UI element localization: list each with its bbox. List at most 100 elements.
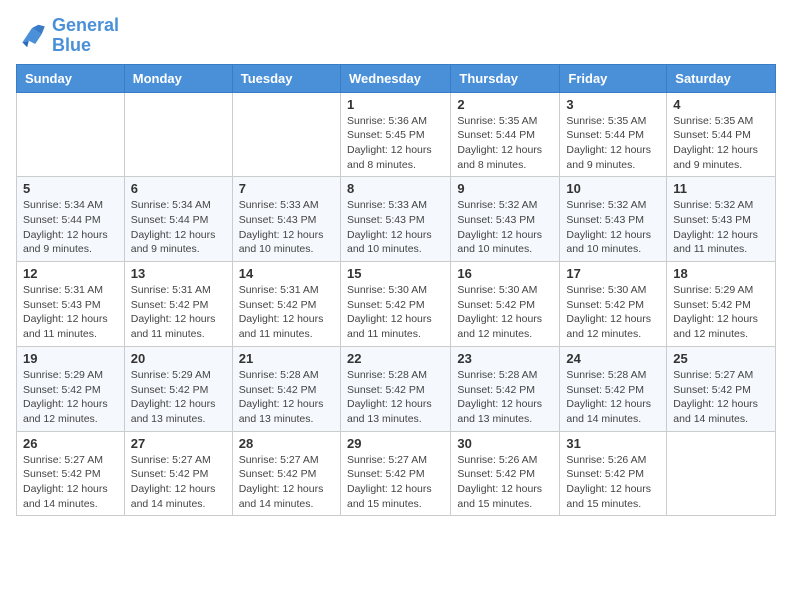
calendar-cell: 11 Sunrise: 5:32 AM Sunset: 5:43 PM Dayli… <box>667 177 776 262</box>
calendar-cell: 3 Sunrise: 5:35 AM Sunset: 5:44 PM Daylig… <box>560 92 667 177</box>
calendar-cell: 6 Sunrise: 5:34 AM Sunset: 5:44 PM Daylig… <box>124 177 232 262</box>
logo-icon <box>16 20 48 52</box>
day-info: Sunrise: 5:34 AM Sunset: 5:44 PM Dayligh… <box>131 198 226 257</box>
day-info: Sunrise: 5:27 AM Sunset: 5:42 PM Dayligh… <box>673 368 769 427</box>
calendar-header-sunday: Sunday <box>17 64 125 92</box>
day-number: 10 <box>566 181 660 196</box>
calendar-header-thursday: Thursday <box>451 64 560 92</box>
calendar-cell: 27 Sunrise: 5:27 AM Sunset: 5:42 PM Dayli… <box>124 431 232 516</box>
day-number: 13 <box>131 266 226 281</box>
calendar-cell: 2Sunrise: 5:35 AM Sunset: 5:44 PM Daylig… <box>451 92 560 177</box>
calendar-cell: 18 Sunrise: 5:29 AM Sunset: 5:42 PM Dayli… <box>667 262 776 347</box>
day-info: Sunrise: 5:27 AM Sunset: 5:42 PM Dayligh… <box>131 453 226 512</box>
day-number: 30 <box>457 436 553 451</box>
calendar-cell: 25 Sunrise: 5:27 AM Sunset: 5:42 PM Dayli… <box>667 346 776 431</box>
day-number: 27 <box>131 436 226 451</box>
day-number: 5 <box>23 181 118 196</box>
calendar-header-monday: Monday <box>124 64 232 92</box>
day-number: 17 <box>566 266 660 281</box>
calendar-cell: 14 Sunrise: 5:31 AM Sunset: 5:42 PM Dayli… <box>232 262 340 347</box>
day-info: Sunrise: 5:29 AM Sunset: 5:42 PM Dayligh… <box>673 283 769 342</box>
calendar-header-row: SundayMondayTuesdayWednesdayThursdayFrid… <box>17 64 776 92</box>
calendar-cell: 7 Sunrise: 5:33 AM Sunset: 5:43 PM Daylig… <box>232 177 340 262</box>
calendar-cell: 9 Sunrise: 5:32 AM Sunset: 5:43 PM Daylig… <box>451 177 560 262</box>
calendar-cell: 1 Sunrise: 5:36 AM Sunset: 5:45 PM Daylig… <box>340 92 450 177</box>
calendar-cell: 30 Sunrise: 5:26 AM Sunset: 5:42 PM Dayli… <box>451 431 560 516</box>
calendar-header-wednesday: Wednesday <box>340 64 450 92</box>
day-info: Sunrise: 5:33 AM Sunset: 5:43 PM Dayligh… <box>239 198 334 257</box>
day-info: Sunrise: 5:33 AM Sunset: 5:43 PM Dayligh… <box>347 198 444 257</box>
day-info: Sunrise: 5:35 AM Sunset: 5:44 PM Dayligh… <box>566 114 660 173</box>
day-info: Sunrise: 5:28 AM Sunset: 5:42 PM Dayligh… <box>457 368 553 427</box>
day-info: Sunrise: 5:29 AM Sunset: 5:42 PM Dayligh… <box>23 368 118 427</box>
calendar-header-friday: Friday <box>560 64 667 92</box>
day-number: 9 <box>457 181 553 196</box>
calendar-week-row: 1 Sunrise: 5:36 AM Sunset: 5:45 PM Daylig… <box>17 92 776 177</box>
day-info: Sunrise: 5:30 AM Sunset: 5:42 PM Dayligh… <box>347 283 444 342</box>
calendar-week-row: 19Sunrise: 5:29 AM Sunset: 5:42 PM Dayli… <box>17 346 776 431</box>
calendar-cell: 16Sunrise: 5:30 AM Sunset: 5:42 PM Dayli… <box>451 262 560 347</box>
day-number: 1 <box>347 97 444 112</box>
calendar-cell: 4 Sunrise: 5:35 AM Sunset: 5:44 PM Daylig… <box>667 92 776 177</box>
calendar-cell <box>124 92 232 177</box>
day-number: 7 <box>239 181 334 196</box>
day-info: Sunrise: 5:28 AM Sunset: 5:42 PM Dayligh… <box>239 368 334 427</box>
calendar-cell <box>17 92 125 177</box>
calendar-cell: 8Sunrise: 5:33 AM Sunset: 5:43 PM Daylig… <box>340 177 450 262</box>
day-number: 25 <box>673 351 769 366</box>
day-number: 24 <box>566 351 660 366</box>
day-info: Sunrise: 5:35 AM Sunset: 5:44 PM Dayligh… <box>457 114 553 173</box>
day-number: 20 <box>131 351 226 366</box>
day-number: 31 <box>566 436 660 451</box>
calendar-week-row: 5 Sunrise: 5:34 AM Sunset: 5:44 PM Daylig… <box>17 177 776 262</box>
day-info: Sunrise: 5:31 AM Sunset: 5:42 PM Dayligh… <box>131 283 226 342</box>
day-info: Sunrise: 5:32 AM Sunset: 5:43 PM Dayligh… <box>457 198 553 257</box>
calendar-week-row: 12 Sunrise: 5:31 AM Sunset: 5:43 PM Dayli… <box>17 262 776 347</box>
day-number: 15 <box>347 266 444 281</box>
day-number: 18 <box>673 266 769 281</box>
day-info: Sunrise: 5:26 AM Sunset: 5:42 PM Dayligh… <box>457 453 553 512</box>
day-info: Sunrise: 5:27 AM Sunset: 5:42 PM Dayligh… <box>239 453 334 512</box>
logo-text-line2: Blue <box>52 36 119 56</box>
day-info: Sunrise: 5:35 AM Sunset: 5:44 PM Dayligh… <box>673 114 769 173</box>
day-info: Sunrise: 5:32 AM Sunset: 5:43 PM Dayligh… <box>566 198 660 257</box>
calendar-cell: 22Sunrise: 5:28 AM Sunset: 5:42 PM Dayli… <box>340 346 450 431</box>
day-number: 14 <box>239 266 334 281</box>
logo-text-line1: General <box>52 16 119 36</box>
calendar-cell: 13 Sunrise: 5:31 AM Sunset: 5:42 PM Dayli… <box>124 262 232 347</box>
day-number: 12 <box>23 266 118 281</box>
day-number: 23 <box>457 351 553 366</box>
calendar-cell: 29 Sunrise: 5:27 AM Sunset: 5:42 PM Dayli… <box>340 431 450 516</box>
calendar-cell: 26Sunrise: 5:27 AM Sunset: 5:42 PM Dayli… <box>17 431 125 516</box>
calendar-table: SundayMondayTuesdayWednesdayThursdayFrid… <box>16 64 776 517</box>
day-info: Sunrise: 5:28 AM Sunset: 5:42 PM Dayligh… <box>566 368 660 427</box>
day-number: 4 <box>673 97 769 112</box>
calendar-cell: 23 Sunrise: 5:28 AM Sunset: 5:42 PM Dayli… <box>451 346 560 431</box>
day-number: 3 <box>566 97 660 112</box>
day-info: Sunrise: 5:28 AM Sunset: 5:42 PM Dayligh… <box>347 368 444 427</box>
day-number: 21 <box>239 351 334 366</box>
calendar-cell: 28Sunrise: 5:27 AM Sunset: 5:42 PM Dayli… <box>232 431 340 516</box>
day-info: Sunrise: 5:32 AM Sunset: 5:43 PM Dayligh… <box>673 198 769 257</box>
calendar-cell: 10 Sunrise: 5:32 AM Sunset: 5:43 PM Dayli… <box>560 177 667 262</box>
calendar-cell: 12 Sunrise: 5:31 AM Sunset: 5:43 PM Dayli… <box>17 262 125 347</box>
day-info: Sunrise: 5:31 AM Sunset: 5:42 PM Dayligh… <box>239 283 334 342</box>
day-info: Sunrise: 5:30 AM Sunset: 5:42 PM Dayligh… <box>457 283 553 342</box>
day-info: Sunrise: 5:31 AM Sunset: 5:43 PM Dayligh… <box>23 283 118 342</box>
calendar-week-row: 26 Sunrise: 5:27 AM Sunset: 5:42 PM Dayli… <box>17 431 776 516</box>
calendar-cell: 20Sunrise: 5:29 AM Sunset: 5:42 PM Dayli… <box>124 346 232 431</box>
day-number: 11 <box>673 181 769 196</box>
day-info: Sunrise: 5:36 AM Sunset: 5:45 PM Dayligh… <box>347 114 444 173</box>
calendar-cell: 19Sunrise: 5:29 AM Sunset: 5:42 PM Dayli… <box>17 346 125 431</box>
page-header: General Blue <box>16 16 776 56</box>
calendar-cell: 15 Sunrise: 5:30 AM Sunset: 5:42 PM Dayli… <box>340 262 450 347</box>
calendar-cell: 5Sunrise: 5:34 AM Sunset: 5:44 PM Daylig… <box>17 177 125 262</box>
logo: General Blue <box>16 16 119 56</box>
calendar-cell <box>232 92 340 177</box>
day-number: 26 <box>23 436 118 451</box>
day-number: 29 <box>347 436 444 451</box>
calendar-cell: 24 Sunrise: 5:28 AM Sunset: 5:42 PM Dayli… <box>560 346 667 431</box>
calendar-header-tuesday: Tuesday <box>232 64 340 92</box>
day-info: Sunrise: 5:27 AM Sunset: 5:42 PM Dayligh… <box>347 453 444 512</box>
day-number: 6 <box>131 181 226 196</box>
